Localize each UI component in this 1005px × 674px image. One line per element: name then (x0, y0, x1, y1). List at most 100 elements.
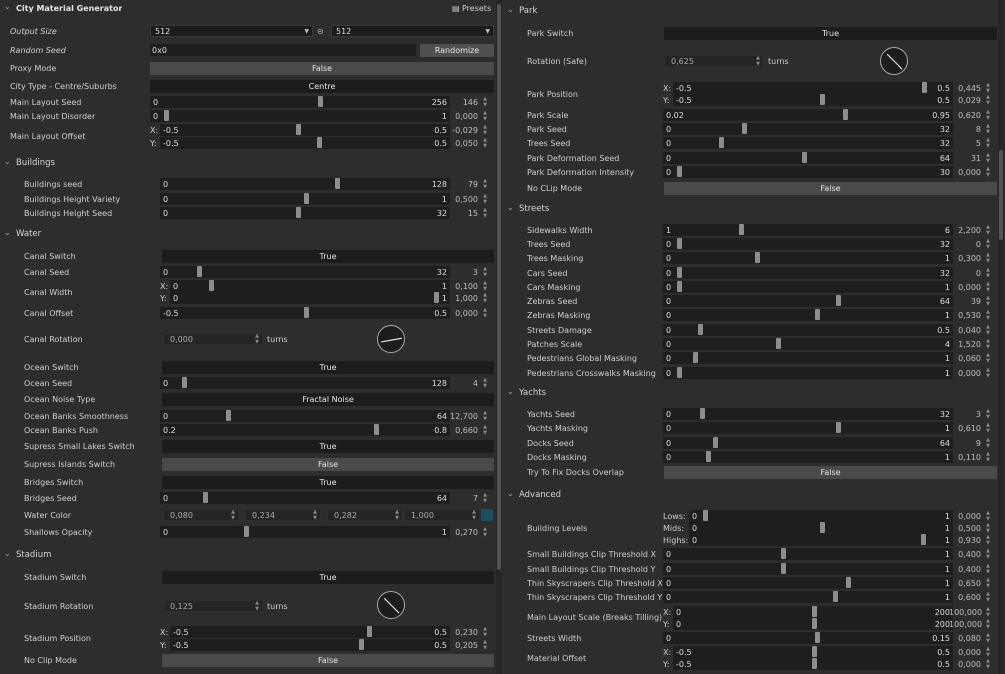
canal-width-x-slider[interactable]: 01 (170, 280, 450, 292)
slider-handle[interactable] (434, 292, 439, 303)
streets-width-value[interactable]: 0,080 (949, 634, 981, 643)
streets-trees-masking-value[interactable]: 0,300 (949, 254, 981, 263)
streets-ped-crosswalks-masking-slider[interactable]: 01 (663, 367, 953, 379)
slider-handle[interactable] (182, 377, 187, 388)
chevron-down-icon[interactable]: ⌄ (507, 203, 514, 212)
slider-handle[interactable] (359, 639, 364, 650)
output-height-select[interactable]: 512 ▼ (331, 25, 494, 37)
field-value[interactable]: 0,234 (252, 511, 275, 520)
buildings-height-variety-slider[interactable]: 01 (160, 193, 450, 205)
randomize-button[interactable]: Randomize (420, 44, 494, 57)
field-value[interactable]: 0,125 (170, 602, 193, 611)
bridges-switch-toggle[interactable]: True (162, 476, 494, 489)
ocean-banks-push-slider[interactable]: 0.2 0.8 (160, 424, 450, 436)
slider-handle[interactable] (226, 410, 231, 421)
left-scrollbar[interactable] (496, 0, 502, 674)
spinner-icon[interactable]: ▲ ▼ (985, 352, 991, 364)
chevron-down-icon[interactable]: ⌄ (4, 2, 11, 11)
stadium-rotation-field[interactable]: 0,125 ▲ ▼ (163, 600, 263, 612)
spinner-icon[interactable]: ▲ ▼ (985, 606, 991, 618)
building-levels-lows-slider[interactable]: 01 (689, 510, 953, 522)
slider-handle[interactable] (921, 534, 926, 545)
spinner-icon[interactable]: ▲ ▼ (985, 224, 991, 236)
material-offset-x-value[interactable]: 0,000 (949, 648, 981, 657)
park-deformation-intensity-value[interactable]: 0,000 (949, 168, 981, 177)
park-position-x-slider[interactable]: -0.5 0.5 (673, 82, 953, 94)
slider-handle[interactable] (203, 492, 208, 503)
spinner-icon[interactable]: ▲ ▼ (482, 639, 488, 651)
slider-handle[interactable] (374, 424, 379, 435)
slider-handle[interactable] (836, 422, 841, 433)
spinner-icon[interactable]: ▲ ▼ (985, 295, 991, 307)
stadium-position-x-value[interactable]: 0,230 (446, 628, 478, 637)
water-color-swatch[interactable] (481, 509, 493, 521)
park-deformation-intensity-slider[interactable]: 0 30 (663, 166, 953, 178)
buildings-height-seed-value[interactable]: 15 (446, 209, 478, 218)
streets-patches-scale-value[interactable]: 1,520 (949, 340, 981, 349)
supress-islands-toggle[interactable]: False (162, 458, 494, 471)
slider-handle[interactable] (815, 309, 820, 320)
slider-handle[interactable] (742, 123, 747, 134)
buildings-seed-slider[interactable]: 0 128 (160, 178, 450, 190)
slider-handle[interactable] (677, 166, 682, 177)
spinner-icon[interactable]: ▲ ▼ (482, 137, 488, 149)
canal-offset-slider[interactable]: -0.5 0.5 (160, 307, 450, 319)
slider-handle[interactable] (677, 267, 682, 278)
building-levels-mids-value[interactable]: 0,500 (949, 524, 981, 533)
right-scrollbar-thumb[interactable] (999, 150, 1003, 240)
spinner-icon[interactable]: ▲ ▼ (985, 563, 991, 575)
slider-handle[interactable] (677, 281, 682, 292)
spinner-icon[interactable]: ▲ ▼ (985, 522, 991, 534)
main-layout-seed-value[interactable]: 146 (446, 98, 478, 107)
slider-handle[interactable] (836, 295, 841, 306)
advanced-thin-clip-y-value[interactable]: 0,600 (949, 593, 981, 602)
spinner-icon[interactable]: ▲ ▼ (254, 600, 260, 612)
fix-docks-overlap-toggle[interactable]: False (664, 466, 997, 479)
main-layout-scale-y-value[interactable]: 100,000 (949, 620, 982, 629)
presets-button[interactable]: Presets (462, 4, 491, 13)
spinner-icon[interactable]: ▲ ▼ (482, 96, 488, 108)
slider-handle[interactable] (296, 207, 301, 218)
spinner-icon[interactable]: ▲ ▼ (394, 509, 400, 521)
spinner-icon[interactable]: ▲ ▼ (985, 367, 991, 379)
slider-handle[interactable] (296, 124, 301, 135)
field-value[interactable]: 0,282 (334, 511, 357, 520)
yachts-seed-slider[interactable]: 0 32 (663, 408, 953, 420)
canal-width-x-value[interactable]: 0,100 (446, 282, 478, 291)
park-position-y-value[interactable]: 0,029 (949, 96, 981, 105)
water-color-g[interactable]: 0,234 ▲ ▼ (245, 509, 321, 521)
spinner-icon[interactable]: ▲ ▼ (985, 577, 991, 589)
slider-handle[interactable] (698, 324, 703, 335)
ocean-banks-smoothness-slider[interactable]: 0 64 (160, 410, 450, 422)
spinner-icon[interactable]: ▲ ▼ (985, 658, 991, 670)
document-icon[interactable]: ▤ (452, 4, 460, 13)
field-value[interactable]: 0,625 (671, 57, 694, 66)
canal-seed-slider[interactable]: 0 32 (160, 266, 450, 278)
slider-handle[interactable] (812, 658, 817, 669)
water-color-r[interactable]: 0,080 ▲ ▼ (163, 509, 239, 521)
streets-trees-seed-slider[interactable]: 0 32 (663, 238, 953, 250)
spinner-icon[interactable]: ▲ ▼ (482, 193, 488, 205)
spinner-icon[interactable]: ▲ ▼ (230, 509, 236, 521)
spinner-icon[interactable]: ▲ ▼ (985, 632, 991, 644)
spinner-icon[interactable]: ▲ ▼ (482, 178, 488, 190)
park-rotation-field[interactable]: 0,625 ▲ ▼ (664, 55, 764, 67)
spinner-icon[interactable]: ▲ ▼ (985, 123, 991, 135)
spinner-icon[interactable]: ▲ ▼ (482, 292, 488, 304)
random-seed-field[interactable]: 0x0 (150, 44, 416, 56)
ocean-seed-value[interactable]: 4 (446, 379, 478, 388)
stadium-rotation-dial[interactable] (377, 591, 405, 619)
slider-handle[interactable] (781, 548, 786, 559)
spinner-icon[interactable]: ▲ ▼ (482, 424, 488, 436)
park-seed-slider[interactable]: 0 32 (663, 123, 953, 135)
spinner-icon[interactable]: ▲ ▼ (482, 410, 488, 422)
slider-handle[interactable] (812, 646, 817, 657)
spinner-icon[interactable]: ▲ ▼ (254, 333, 260, 345)
chevron-down-icon[interactable]: ⌄ (4, 228, 11, 237)
dropdown-arrow-icon[interactable]: ▼ (304, 26, 309, 38)
stadium-position-y-slider[interactable]: -0.5 0.5 (170, 639, 450, 651)
slider-handle[interactable] (197, 266, 202, 277)
slider-handle[interactable] (677, 367, 682, 378)
advanced-header[interactable]: ⌄ Advanced (503, 489, 997, 502)
dropdown-arrow-icon[interactable]: ▼ (485, 26, 490, 38)
